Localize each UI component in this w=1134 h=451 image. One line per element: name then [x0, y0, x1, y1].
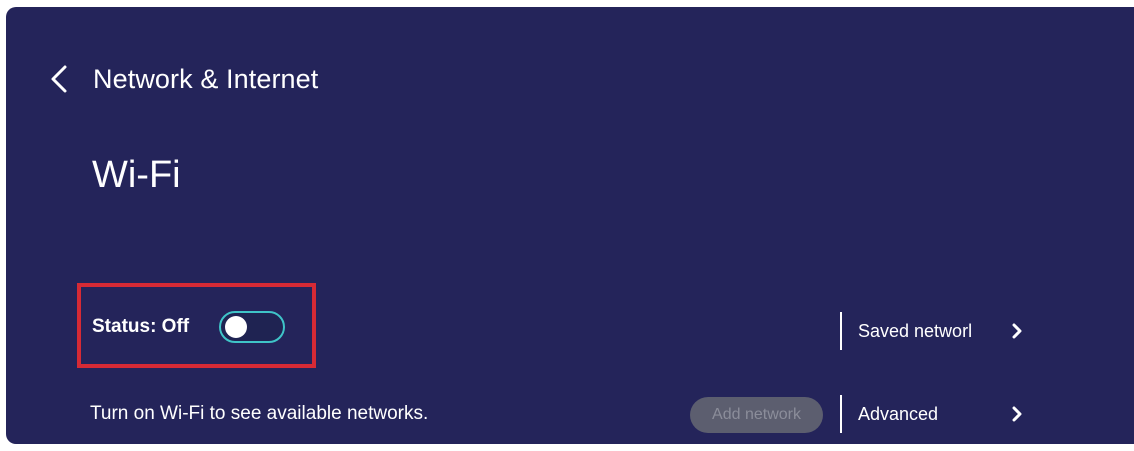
wifi-toggle[interactable] — [219, 311, 286, 343]
toggle-knob — [225, 316, 248, 338]
menu-item-advanced[interactable]: Advanced — [840, 394, 1024, 434]
saved-networks-label: Saved networl — [858, 320, 973, 341]
divider — [840, 395, 842, 433]
menu-item-saved-networks[interactable]: Saved networl — [840, 311, 1024, 351]
header-back-row[interactable]: Network & Internet — [48, 63, 318, 95]
divider — [840, 312, 842, 350]
advanced-label: Advanced — [858, 403, 939, 424]
add-network-button[interactable]: Add network — [690, 397, 823, 433]
header-title: Network & Internet — [93, 63, 319, 94]
chevron-right-icon — [1012, 323, 1022, 339]
status-label: Status: Off — [92, 316, 190, 337]
wifi-hint-text: Turn on Wi-Fi to see available networks. — [90, 403, 429, 424]
chevron-left-icon[interactable] — [48, 63, 70, 95]
chevron-right-icon — [1012, 406, 1022, 422]
wifi-status-row: Status: Off — [92, 311, 286, 343]
settings-panel: Network & Internet Wi-Fi Status: Off Tur… — [6, 7, 1134, 444]
page-title: Wi-Fi — [92, 154, 181, 196]
